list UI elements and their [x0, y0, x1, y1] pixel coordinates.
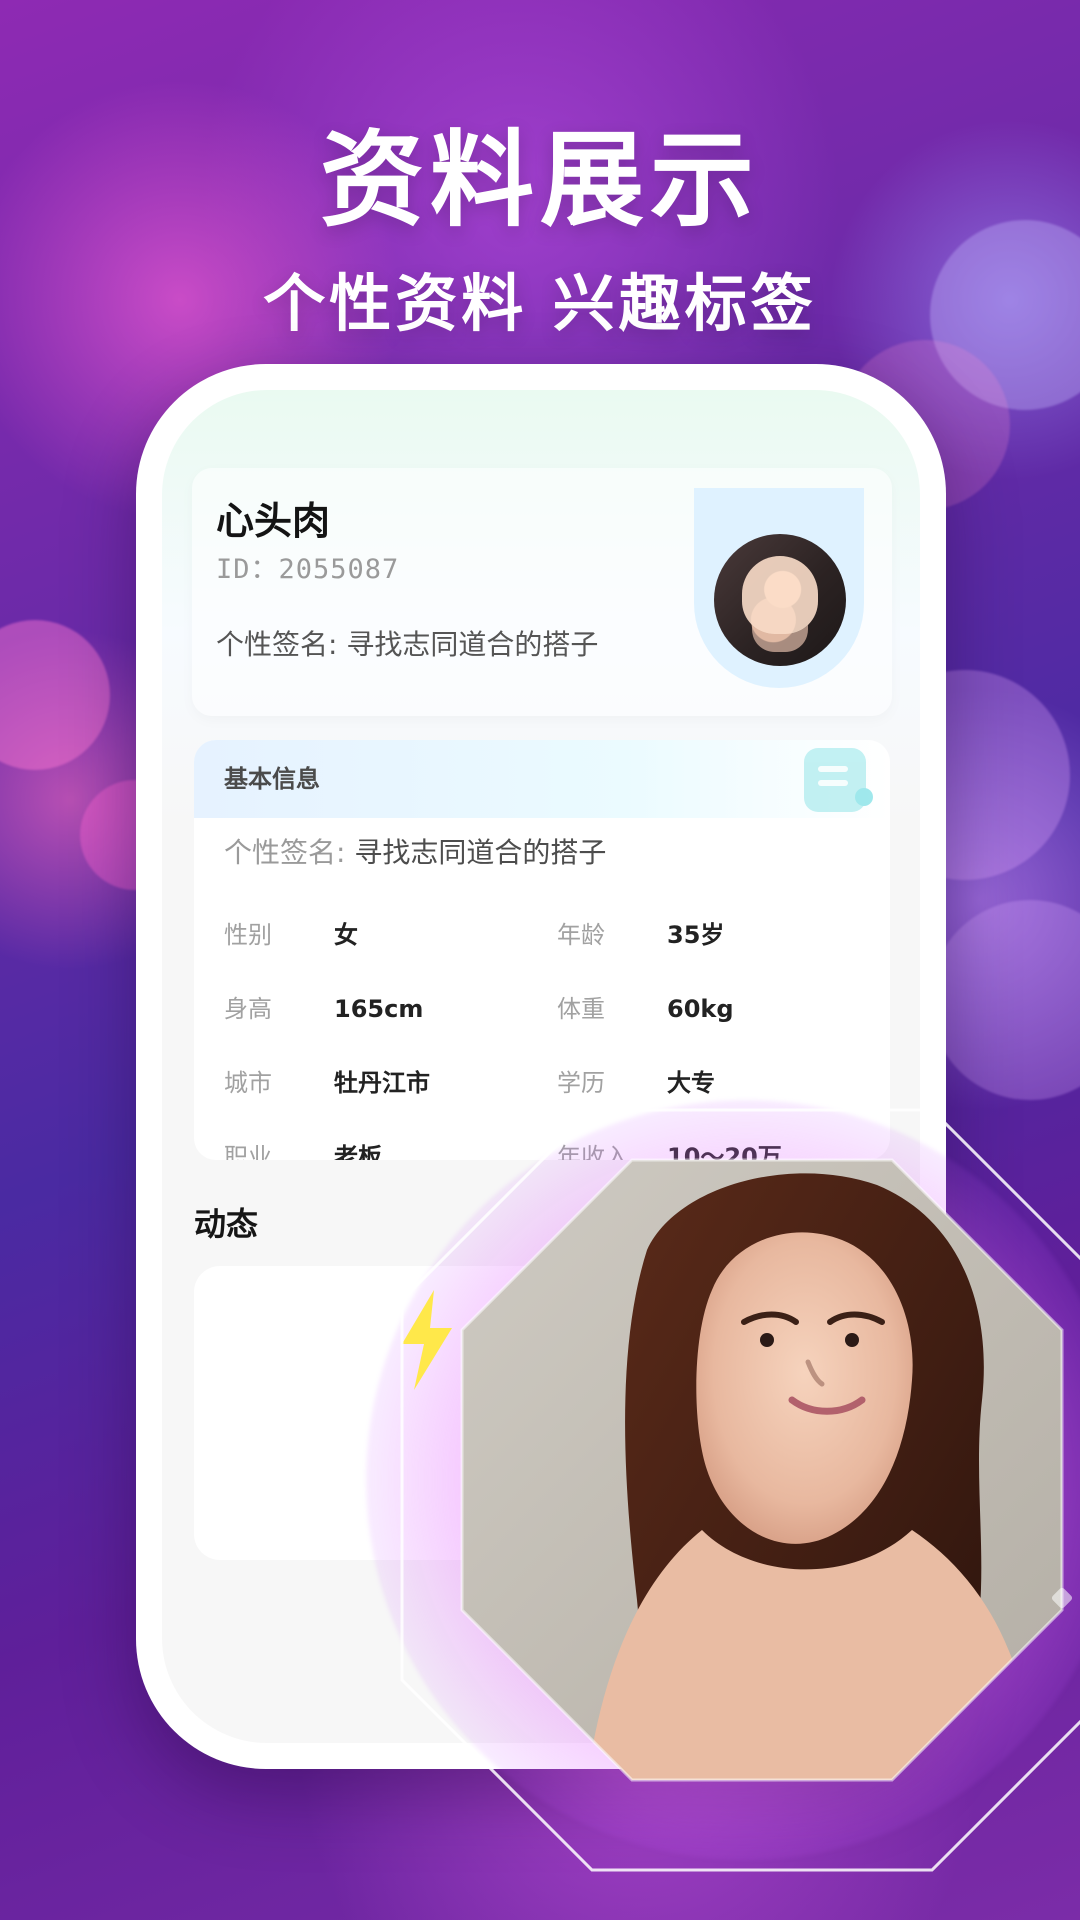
basic-info-bio-value: 寻找志同道合的搭子	[354, 836, 607, 869]
info-label: 城市	[224, 1069, 272, 1097]
basic-info-card: 基本信息 个性签名: 寻找志同道合的搭子 性别 女 年龄 35岁 身高 165c…	[194, 740, 890, 1160]
avatar[interactable]	[714, 534, 846, 666]
basic-info-bio-label: 个性签名:	[224, 836, 346, 869]
phone-screen: 心头肉 ID：2055087 个性签名: 寻找志同道合的搭子 基本信息 个性签名…	[162, 390, 920, 1743]
avatar-panel	[694, 488, 864, 688]
info-label: 年龄	[557, 921, 605, 949]
info-row: 城市 牡丹江市 学历 大专	[224, 1046, 864, 1120]
info-row: 职业 老板 年收入 10～20万	[224, 1120, 864, 1160]
basic-info-bio: 个性签名: 寻找志同道合的搭子	[224, 836, 606, 870]
info-value: 女	[334, 921, 358, 949]
info-value: 老板	[334, 1143, 382, 1160]
basic-info-title: 基本信息	[224, 765, 320, 793]
info-label: 身高	[224, 995, 272, 1023]
info-value: 牡丹江市	[334, 1069, 430, 1097]
info-item: 性别 女	[224, 898, 358, 972]
info-value: 35岁	[667, 921, 725, 949]
info-item: 年收入 10～20万	[557, 1120, 782, 1160]
phone-mockup: 心头肉 ID：2055087 个性签名: 寻找志同道合的搭子 基本信息 个性签名…	[136, 364, 946, 1769]
info-value: 165cm	[334, 995, 424, 1023]
info-label: 体重	[557, 995, 605, 1023]
basic-info-grid: 性别 女 年龄 35岁 身高 165cm 体重 60kg 城市 牡丹江市 学历 …	[224, 898, 864, 1160]
info-row: 性别 女 年龄 35岁	[224, 898, 864, 972]
profile-bio: 个性签名: 寻找志同道合的搭子	[216, 628, 599, 661]
lightning-bolt-icon	[402, 1290, 452, 1390]
info-item: 学历 大专	[557, 1046, 715, 1120]
info-label: 学历	[557, 1069, 605, 1097]
info-item: 身高 165cm	[224, 972, 423, 1046]
info-item: 职业 老板	[224, 1120, 382, 1160]
moments-card	[194, 1266, 890, 1560]
info-value: 60kg	[667, 995, 734, 1023]
profile-nickname: 心头肉	[216, 499, 331, 543]
document-icon	[804, 748, 873, 812]
info-label: 性别	[224, 921, 272, 949]
info-item: 体重 60kg	[557, 972, 734, 1046]
promo-title: 资料展示	[319, 119, 760, 241]
profile-id: ID：2055087	[216, 554, 400, 585]
info-row: 身高 165cm 体重 60kg	[224, 972, 864, 1046]
moments-title: 动态	[194, 1205, 259, 1243]
info-value: 大专	[667, 1069, 715, 1097]
info-label: 职业	[224, 1143, 272, 1160]
info-label: 年收入	[557, 1143, 629, 1160]
info-item: 年龄 35岁	[557, 898, 724, 972]
promo-headline: 资料展示 个性资料 兴趣标签	[0, 120, 1080, 340]
promo-subtitle: 个性资料 兴趣标签	[263, 267, 817, 340]
info-value: 10～20万	[667, 1143, 782, 1160]
info-item: 城市 牡丹江市	[224, 1046, 430, 1120]
